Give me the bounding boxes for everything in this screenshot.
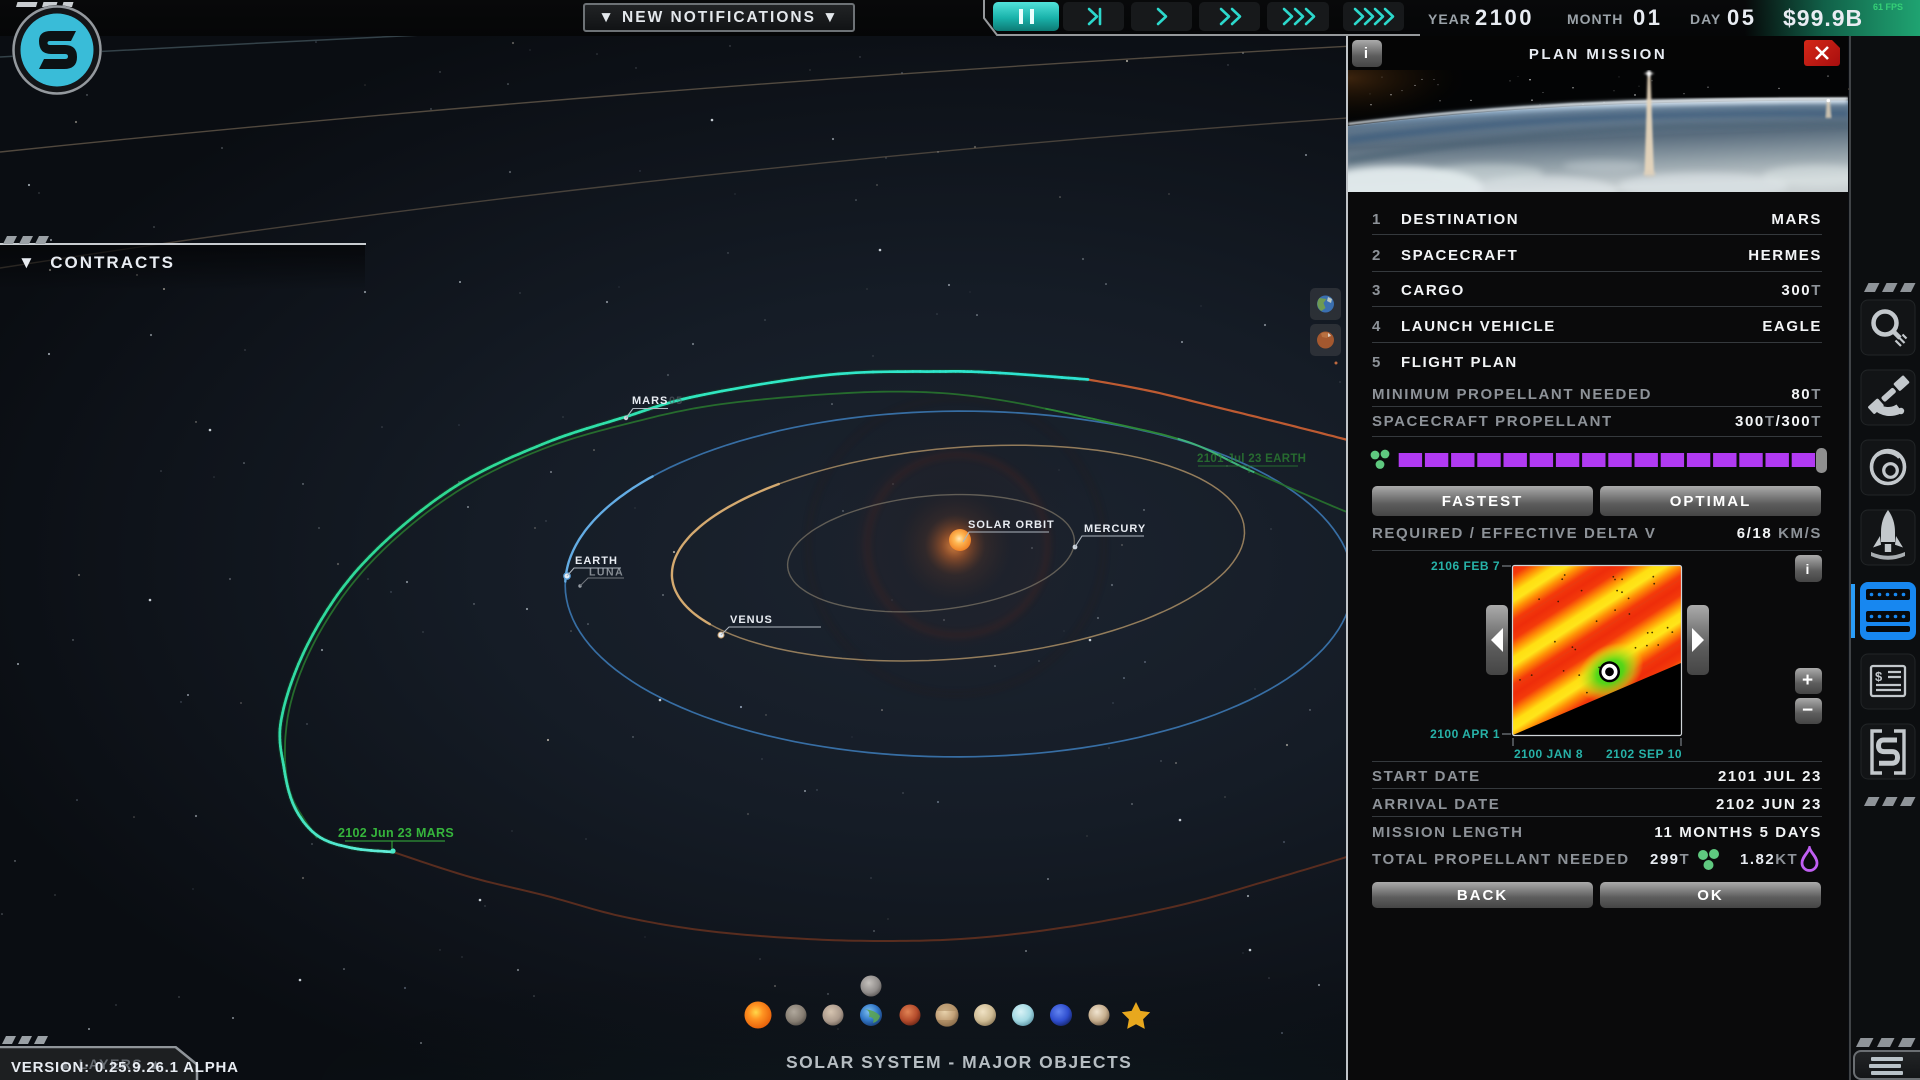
svg-text:2100 APR 1: 2100 APR 1 <box>1430 727 1500 741</box>
svg-text:SOLAR ORBIT: SOLAR ORBIT <box>968 519 1055 531</box>
svg-text:2106 FEB 7: 2106 FEB 7 <box>1431 559 1500 573</box>
svg-text:2100 JAN 8: 2100 JAN 8 <box>1514 747 1583 761</box>
svg-text:2101 Jul 23 EARTH: 2101 Jul 23 EARTH <box>1197 453 1306 465</box>
svg-text:VENUS: VENUS <box>730 614 773 626</box>
svg-text:MERCURY: MERCURY <box>1084 523 1146 535</box>
svg-text:2102 SEP 10: 2102 SEP 10 <box>1606 747 1682 761</box>
svg-text:EARTH: EARTH <box>575 555 618 567</box>
svg-text:MARS: MARS <box>632 395 668 407</box>
svg-text:2102 Jun 23 MARS: 2102 Jun 23 MARS <box>338 826 454 840</box>
svg-text:05: 05 <box>669 395 683 407</box>
svg-text:LUNA: LUNA <box>589 567 624 579</box>
svg-text:$: $ <box>1875 669 1883 684</box>
